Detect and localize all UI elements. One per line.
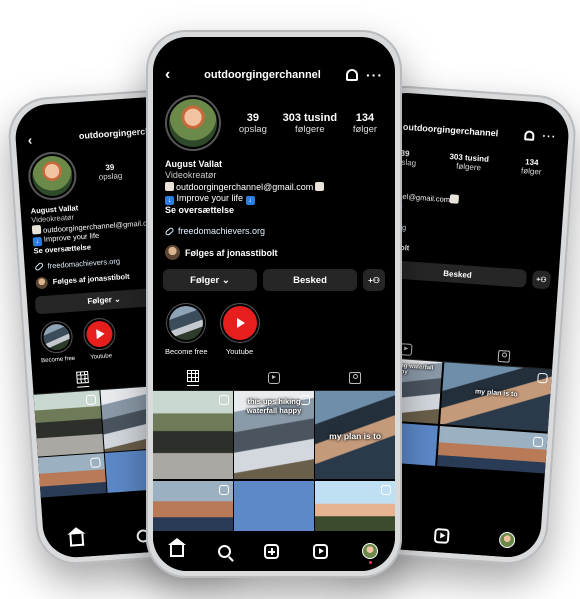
phone-center: ‹ outdoorgingerchannel ··· 39 opslag 303 … (146, 30, 402, 578)
more-dots-icon[interactable]: ··· (366, 67, 383, 83)
grid-icon (187, 370, 200, 382)
highlight-become-free[interactable]: Become free (165, 303, 208, 356)
follow-button[interactable]: Følger ⌄ (163, 269, 257, 291)
post-tile[interactable]: my plan is to (439, 362, 553, 432)
post-tile[interactable] (153, 480, 233, 531)
home-icon[interactable] (167, 538, 186, 557)
followers-stat[interactable]: 303 tusind følgere (283, 112, 337, 135)
search-icon[interactable] (217, 544, 231, 558)
highlight-youtube[interactable]: Youtube (219, 303, 260, 356)
username-header: outdoorgingerchannel (204, 69, 321, 81)
tab-tagged[interactable] (348, 370, 361, 386)
create-icon[interactable] (264, 543, 280, 559)
post-tile[interactable]: my plan is to (315, 391, 395, 479)
tab-grid[interactable] (187, 370, 200, 386)
product-mockup: ‹ outdoorgingerchannel 39opslag 303 tusi… (0, 0, 580, 599)
post-tile[interactable] (33, 389, 104, 457)
follower-avatar (165, 245, 180, 260)
link-icon (164, 226, 175, 236)
message-button[interactable]: Besked (263, 269, 357, 291)
post-tile[interactable] (437, 425, 548, 474)
tab-grid[interactable] (76, 370, 90, 388)
highlight-youtube[interactable]: Youtube (82, 316, 117, 361)
bio-line: ↓ Improve your life ↓ (165, 193, 383, 205)
post-tile[interactable]: this ups hiking waterfall happy (234, 391, 314, 479)
reels-nav-icon[interactable] (313, 543, 329, 559)
grid-icon (76, 370, 89, 384)
bell-icon[interactable] (524, 130, 535, 141)
profile-avatar-icon[interactable] (498, 531, 516, 549)
link-icon (34, 261, 45, 272)
notification-dot (369, 561, 373, 564)
profile-link[interactable]: freedomachievers.org (153, 220, 395, 242)
see-translation[interactable]: Se oversættelse (165, 205, 383, 216)
bio-email: outdoorgingerchannel@gmail.com (165, 181, 383, 193)
profile-avatar-icon[interactable] (362, 543, 379, 564)
followers-stat[interactable]: 303 tusind følgere (449, 152, 489, 173)
bell-icon[interactable] (346, 69, 358, 81)
phone-screen: ‹ outdoorgingerchannel ··· 39 opslag 303 … (153, 37, 395, 571)
tagged-icon (497, 350, 511, 364)
post-tile[interactable] (315, 480, 395, 531)
home-icon[interactable] (69, 533, 85, 547)
tab-reels[interactable] (267, 370, 280, 386)
profile-avatar[interactable] (26, 150, 78, 202)
follower-avatar (35, 276, 49, 289)
display-name: August Vallat (165, 159, 223, 169)
category-label: Videokreatør (165, 170, 217, 181)
post-tile[interactable] (153, 391, 233, 479)
post-tile[interactable] (234, 480, 314, 531)
back-arrow-icon[interactable]: ‹ (165, 66, 179, 84)
posts-stat[interactable]: 39 opslag (98, 162, 122, 182)
tagged-icon (348, 372, 361, 384)
reels-nav-icon[interactable] (433, 527, 450, 544)
highlight-become-free[interactable]: Become free (38, 319, 75, 364)
add-person-button[interactable]: +⚇ (531, 270, 551, 290)
reels-icon (267, 372, 280, 384)
profile-avatar[interactable] (165, 95, 221, 151)
posts-stat[interactable]: 39 opslag (239, 112, 267, 135)
tab-tagged[interactable] (497, 350, 511, 364)
add-person-button[interactable]: +⚇ (363, 269, 385, 291)
more-dots-icon[interactable]: ··· (542, 131, 557, 144)
post-tile[interactable] (37, 453, 107, 498)
followed-by[interactable]: Følges af jonasstibolt (153, 242, 395, 263)
following-stat[interactable]: 134 følger (521, 157, 543, 176)
back-arrow-icon[interactable]: ‹ (27, 131, 42, 147)
following-stat[interactable]: 134 følger (353, 112, 377, 135)
